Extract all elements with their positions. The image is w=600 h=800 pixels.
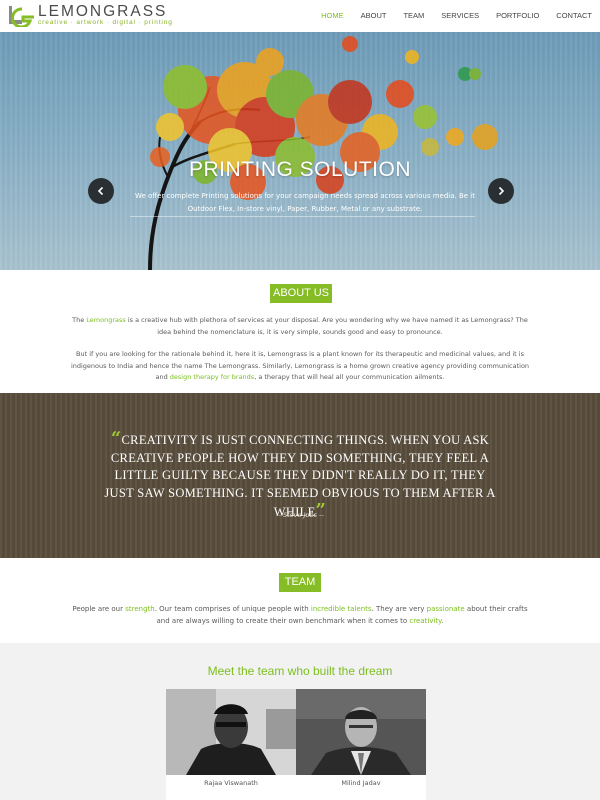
team-text: People are our bbox=[72, 605, 126, 613]
meet-team-heading: Meet the team who built the dream bbox=[207, 664, 393, 678]
quote-author: -- Steve Jobs -- bbox=[276, 511, 324, 519]
quote-body: Creativity is just connecting things. Wh… bbox=[104, 433, 496, 519]
team-description: People are our strength. Our team compri… bbox=[70, 603, 530, 627]
slider-next-button[interactable] bbox=[488, 178, 514, 204]
lemongrass-link[interactable]: Lemongrass bbox=[86, 316, 126, 324]
chevron-left-icon bbox=[97, 186, 104, 196]
open-quote-icon: “ bbox=[110, 428, 122, 449]
hero-description: We offer complete Printing solutions for… bbox=[134, 192, 475, 213]
team-highlight-link[interactable]: creativity bbox=[409, 617, 441, 625]
nav-item-contact[interactable]: CONTACT bbox=[556, 11, 592, 20]
hero-title: PRINTING SOLUTION bbox=[188, 158, 412, 181]
brand-tagline: creative · artwork · digital · printing bbox=[38, 19, 173, 26]
about-p1-text-2: is a creative hub with plethora of servi… bbox=[125, 316, 528, 336]
team-member-card[interactable]: Milind Jadav bbox=[296, 689, 426, 800]
nav-item-home[interactable]: HOME bbox=[321, 11, 344, 20]
quote-section: “Creativity is just connecting things. W… bbox=[0, 393, 600, 558]
team-highlight-link[interactable]: passionate bbox=[427, 605, 465, 613]
member-name: Rajaa Viswanath bbox=[204, 779, 258, 787]
hero-divider bbox=[130, 216, 475, 217]
member-photo bbox=[166, 689, 296, 775]
team-member-card[interactable]: Rajaa Viswanath bbox=[166, 689, 296, 800]
nav-item-portfolio[interactable]: PORTFOLIO bbox=[496, 11, 539, 20]
about-p2-text-2: , a therapy that will heal all your comm… bbox=[254, 373, 445, 381]
nav-item-services[interactable]: SERVICES bbox=[441, 11, 479, 20]
member-photo bbox=[296, 689, 426, 775]
team-highlight-link[interactable]: strength bbox=[125, 605, 154, 613]
team-text: . They are very bbox=[371, 605, 427, 613]
team-members-section: Meet the team who built the dream Rajaa … bbox=[0, 643, 600, 800]
logo[interactable]: LEMONGRASS creative · artwork · digital … bbox=[8, 2, 178, 30]
nav-item-team[interactable]: TEAM bbox=[403, 11, 424, 20]
top-navbar: LEMONGRASS creative · artwork · digital … bbox=[0, 0, 600, 32]
about-heading: ABOUT US bbox=[270, 284, 332, 303]
tree-illustration bbox=[148, 36, 498, 270]
team-text: . Our team comprises of unique people wi… bbox=[154, 605, 311, 613]
team-heading: TEAM bbox=[279, 573, 321, 592]
nav-item-about[interactable]: ABOUT bbox=[361, 11, 387, 20]
slider-prev-button[interactable] bbox=[88, 178, 114, 204]
team-highlight-link[interactable]: incredible talents bbox=[311, 605, 372, 613]
logo-mark-icon bbox=[9, 6, 34, 27]
quote-text: “Creativity is just connecting things. W… bbox=[100, 430, 500, 522]
about-paragraph-2: But if you are looking for the rationale… bbox=[70, 349, 530, 384]
about-p1-text: The bbox=[72, 316, 87, 324]
design-therapy-link[interactable]: design therapy for brands bbox=[170, 373, 254, 381]
member-name: Milind Jadav bbox=[341, 779, 381, 787]
chevron-right-icon bbox=[498, 186, 505, 196]
main-nav: HOME ABOUT TEAM SERVICES PORTFOLIO CONTACT bbox=[304, 11, 592, 20]
hero-slider: PRINTING SOLUTION We offer complete Prin… bbox=[0, 32, 600, 270]
about-paragraph-1: The Lemongrass is a creative hub with pl… bbox=[70, 315, 530, 338]
team-text: . bbox=[441, 617, 444, 625]
